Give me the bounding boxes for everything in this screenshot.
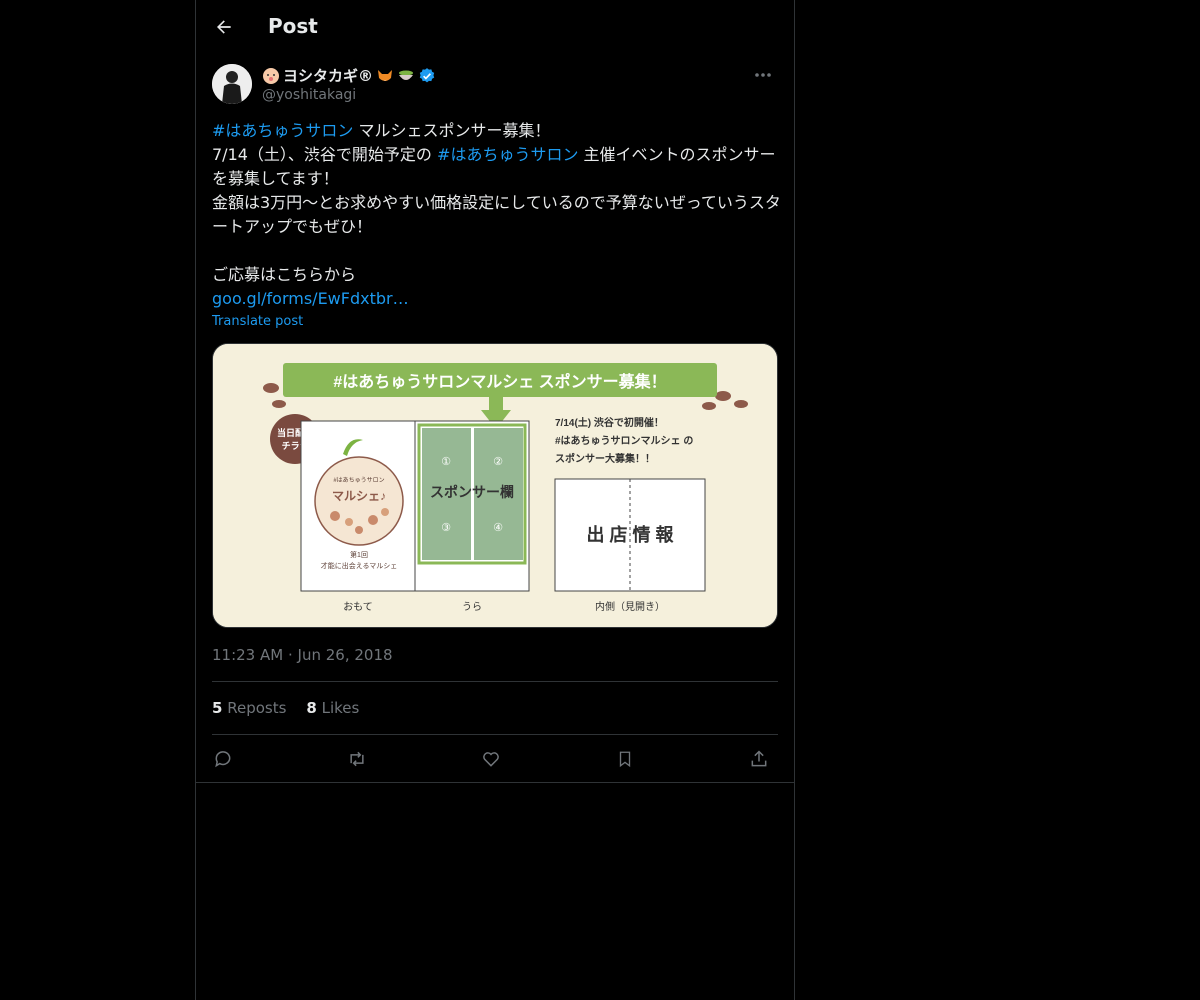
divider [212,681,778,682]
svg-text:7/14(土) 渋谷で初開催！: 7/14(土) 渋谷で初開催！ [555,416,664,429]
svg-text:③: ③ [441,522,451,534]
repost-button[interactable] [342,744,372,774]
svg-text:おもて: おもて [343,601,373,613]
repost-icon [350,751,364,767]
post-timestamp[interactable]: 11:23 AM · Jun 26, 2018 [212,646,393,664]
display-name[interactable]: ヨシタカギ® [262,65,436,86]
avatar[interactable] [212,64,252,104]
svg-text:④: ④ [493,522,503,534]
more-button[interactable] [748,64,778,86]
action-bar [212,744,778,774]
bean-decoration [263,383,279,393]
verified-icon [419,67,435,82]
sponsor-label: スポンサー欄 [430,484,514,500]
translate-post-link[interactable]: Translate post [212,314,303,329]
divider [196,782,794,783]
bookmark-button[interactable] [610,744,640,774]
share-icon [751,750,767,767]
baby-emoji-icon [263,67,279,84]
reply-icon [215,751,231,768]
hashtag-link[interactable]: #はあちゅうサロン [437,145,578,164]
like-icon [483,752,499,767]
svg-text:#はあちゅうサロンマルシェ の: #はあちゅうサロンマルシェ の [555,434,693,447]
reply-button[interactable] [208,744,238,774]
top-bar: Post [196,0,794,54]
external-link[interactable]: goo.gl/forms/EwFdxtbr… [212,289,409,308]
svg-text:マルシェ♪: マルシェ♪ [332,489,386,503]
tweet-text: #はあちゅうサロン マルシェスポンサー募集！ 7/14（土）、渋谷で開始予定の … [212,121,781,308]
post-column: Post ヨシタカギ® @yoshitakagi #はあちゅうサロン マルシェス… [195,0,795,1000]
reposts-stat[interactable]: 5 Reposts [212,699,286,717]
handle[interactable]: @yoshitakagi [262,87,356,103]
back-arrow-icon [217,20,231,34]
more-icon [755,73,771,77]
share-button[interactable] [744,744,774,774]
svg-text:才能に出会えるマルシェ: 才能に出会えるマルシェ [321,561,398,570]
bowl-emoji-icon [399,70,414,80]
svg-text:内側（見開き）: 内側（見開き） [595,600,665,613]
display-name-text: ヨシタカギ® [283,67,374,85]
page-title: Post [268,14,318,38]
bookmark-icon [619,751,631,768]
likes-stat[interactable]: 8 Likes [306,699,359,717]
attached-image[interactable]: #はあちゅうサロンマルシェ スポンサー募集！ 当日配布 チラシ #はあちゅうサロ… [212,343,778,628]
banner-text: #はあちゅうサロンマルシェ スポンサー募集！ [333,372,666,391]
svg-text:うら: うら [462,601,482,613]
svg-text:#はあちゅうサロン: #はあちゅうサロン [333,477,384,484]
svg-text:第1回: 第1回 [350,550,368,559]
author-row: ヨシタカギ® @yoshitakagi [212,64,778,108]
fox-emoji-icon [378,69,393,81]
svg-text:①: ① [441,456,451,468]
divider [212,734,778,735]
svg-text:②: ② [493,456,503,468]
shop-info-label: 出 店 情 報 [586,524,674,545]
hashtag-link[interactable]: #はあちゅうサロン [212,121,353,140]
like-button[interactable] [476,744,506,774]
svg-text:スポンサー大募集！！: スポンサー大募集！！ [555,452,655,465]
back-button[interactable] [208,11,240,43]
engagement-stats: 5 Reposts 8 Likes [212,699,359,717]
